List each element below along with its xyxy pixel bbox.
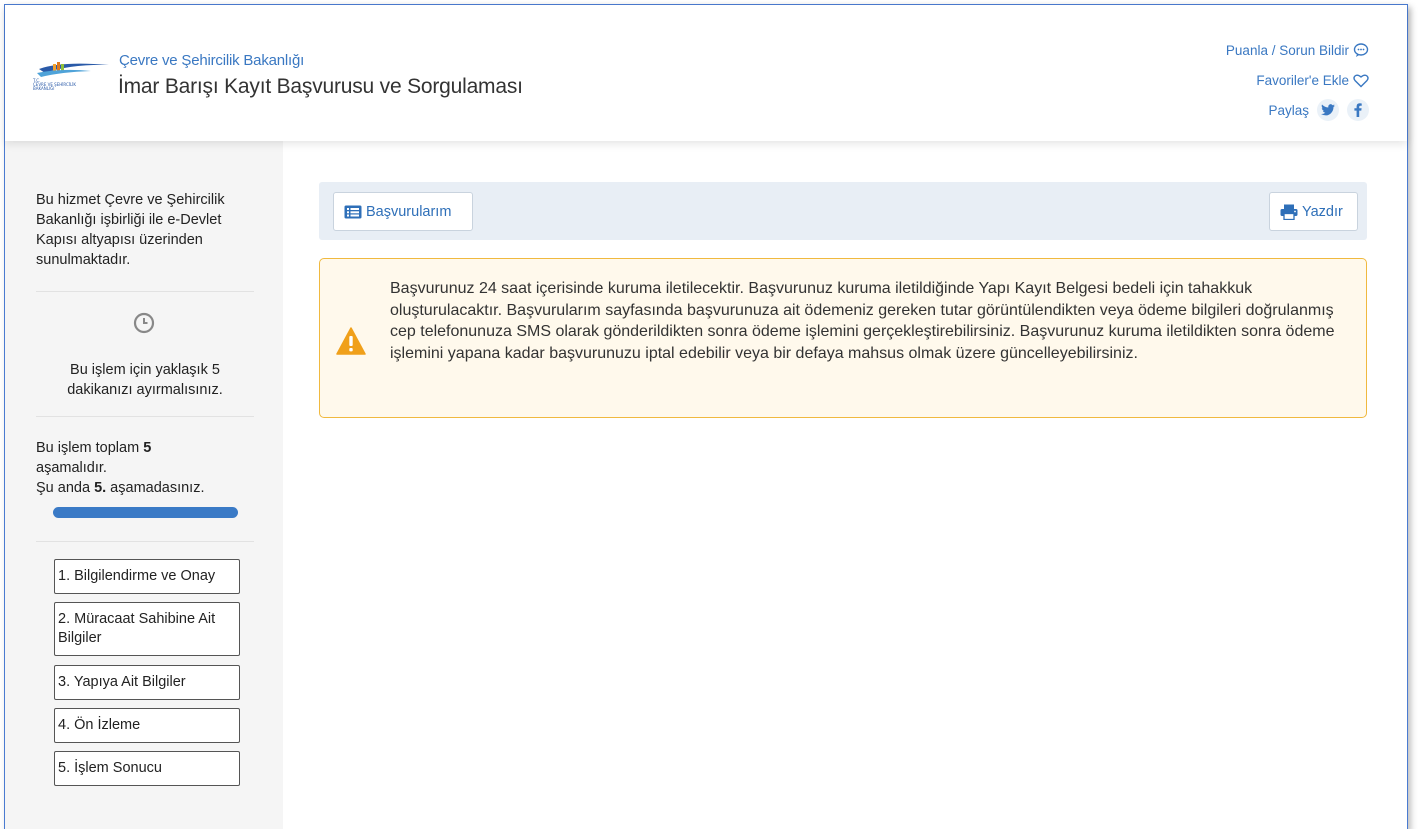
print-button[interactable]: Yazdır [1269, 192, 1358, 231]
total-suffix: aşamalıdır. [36, 460, 107, 476]
share-row: Paylaş [1226, 95, 1369, 125]
heart-icon[interactable] [1353, 73, 1369, 88]
sidebar: Bu hizmet Çevre ve Şehircilik Bakanlığı … [5, 141, 283, 829]
step-item-3[interactable]: 3. Yapıya Ait Bilgiler [54, 665, 240, 700]
step-item-5[interactable]: 5. İşlem Sonucu [54, 751, 240, 786]
svg-text:BAKANLIĞI: BAKANLIĞI [33, 86, 54, 91]
step-item-2[interactable]: 2. Müracaat Sahibine Ait Bilgiler [54, 602, 240, 656]
total-prefix: Bu işlem toplam [36, 440, 144, 456]
twitter-icon[interactable] [1317, 99, 1339, 121]
progress-bar [53, 507, 238, 518]
step-summary: Bu işlem toplam 5 aşamalıdır. Şu anda 5.… [36, 438, 254, 498]
browser-frame: T.C. ÇEVRE VE ŞEHİRCİLİK BAKANLIĞI Çevre… [4, 4, 1408, 829]
rate-label[interactable]: Puanla / Sorun Bildir [1226, 43, 1349, 58]
current-suffix: aşamadasınız. [106, 480, 205, 496]
sidebar-divider [36, 291, 254, 292]
rate-link[interactable]: Puanla / Sorun Bildir [1226, 35, 1369, 65]
ministry-name[interactable]: Çevre ve Şehircilik Bakanlığı [119, 52, 304, 69]
time-estimate: Bu işlem için yaklaşık 5 dakikanızı ayır… [67, 362, 223, 398]
ministry-logo[interactable]: T.C. ÇEVRE VE ŞEHİRCİLİK BAKANLIĞI [31, 55, 109, 91]
current-prefix: Şu anda [36, 480, 95, 496]
page-title: İmar Barışı Kayıt Başvurusu ve Sorgulama… [118, 75, 523, 98]
applications-label[interactable]: Başvurularım [366, 204, 451, 220]
service-intro: Bu hizmet Çevre ve Şehircilik Bakanlığı … [36, 192, 225, 268]
total-step-count: 5 [143, 440, 152, 456]
applications-button[interactable]: Başvurularım [333, 192, 473, 231]
printer-icon [1280, 204, 1298, 220]
warning-alert: Başvurunuz 24 saat içerisinde kuruma ile… [319, 258, 1367, 418]
header-actions: Puanla / Sorun Bildir Favoriler'e Ekle P… [1226, 35, 1369, 125]
comment-icon[interactable] [1353, 42, 1369, 58]
step-item-4[interactable]: 4. Ön İzleme [54, 708, 240, 743]
clock-icon [133, 312, 155, 334]
share-label: Paylaş [1268, 102, 1309, 118]
warning-message: Başvurunuz 24 saat içerisinde kuruma ile… [390, 280, 1335, 362]
print-label[interactable]: Yazdır [1302, 204, 1343, 220]
sidebar-divider [36, 416, 254, 417]
list-icon [344, 205, 362, 218]
current-step-number: 5. [94, 480, 107, 496]
action-toolbar: Başvurularım Yazdır [319, 182, 1367, 240]
facebook-icon[interactable] [1347, 99, 1369, 121]
favorites-label[interactable]: Favoriler'e Ekle [1256, 73, 1349, 88]
sidebar-divider [36, 541, 254, 542]
page-header: T.C. ÇEVRE VE ŞEHİRCİLİK BAKANLIĞI Çevre… [5, 5, 1407, 141]
step-item-1[interactable]: 1. Bilgilendirme ve Onay [54, 559, 240, 594]
warning-icon [336, 327, 366, 355]
favorites-link[interactable]: Favoriler'e Ekle [1226, 65, 1369, 95]
